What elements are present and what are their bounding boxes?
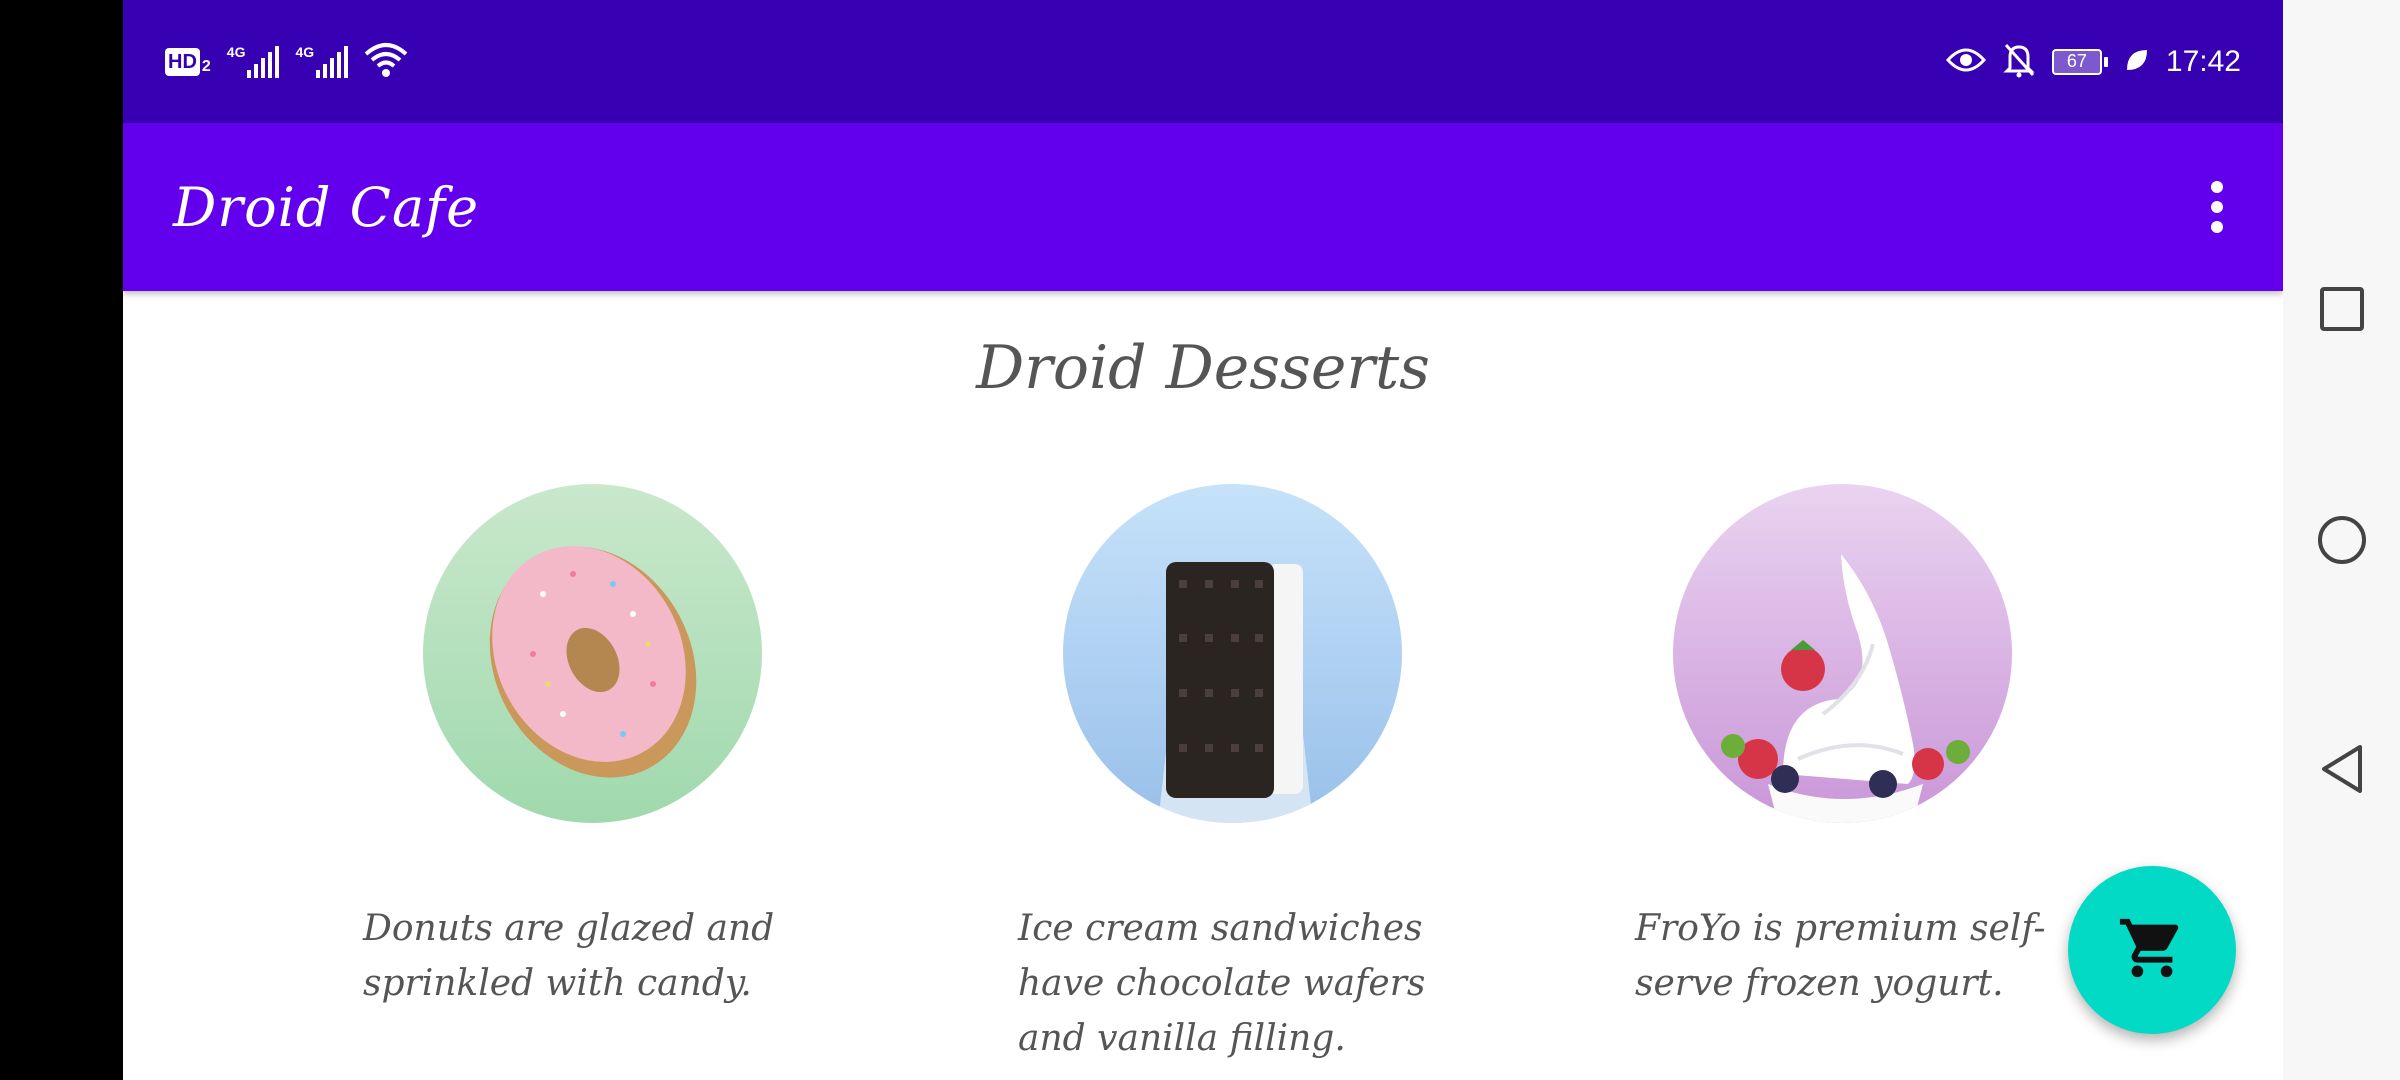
hd-voice-icon: HD 2 [165, 47, 211, 76]
hd-label: HD [165, 47, 200, 76]
network-type-1: 4G [226, 43, 246, 60]
app-title: Droid Cafe [173, 175, 480, 239]
hd-sub-label: 2 [201, 57, 211, 75]
froyo-description: FroYo is premium self-serve frozen yogur… [1635, 908, 2046, 1004]
donut-description: Donuts are glazed and sprinkled with can… [363, 908, 775, 1004]
ice-cream-sandwich-description: Ice cream sandwiches have chocolate wafe… [1018, 908, 1426, 1059]
triangle-back-icon[interactable] [2283, 710, 2400, 827]
bell-off-icon [2002, 42, 2036, 82]
shopping-cart-button[interactable] [2068, 866, 2236, 1034]
battery-icon: 67 [2051, 48, 2108, 75]
status-left: HD 2 4G 4G [165, 42, 408, 82]
main-content: Droid Desserts Donuts are glazed and spr… [123, 291, 2283, 1080]
more-vert-icon[interactable] [2187, 167, 2247, 247]
network-type-2: 4G [295, 43, 315, 60]
donut-image[interactable] [423, 484, 762, 823]
signal-1-icon: 4G [226, 43, 280, 78]
app-bar: Droid Cafe [123, 123, 2283, 291]
clock: 17:42 [2165, 44, 2241, 78]
eye-icon [1945, 46, 1986, 78]
navigation-bar [2283, 0, 2400, 1080]
froyo-image[interactable] [1673, 484, 2012, 823]
signal-2-icon: 4G [295, 43, 349, 78]
left-bezel [0, 0, 123, 1080]
status-right: 67 17:42 [1945, 42, 2241, 82]
app-screen: HD 2 4G 4G 67 17:42 Droid Cafe Droid Des… [123, 0, 2283, 1080]
wifi-icon [364, 42, 408, 82]
square-icon[interactable] [2283, 250, 2400, 367]
ice-cream-sandwich-image[interactable] [1063, 484, 1402, 823]
page-title: Droid Desserts [976, 333, 1430, 403]
status-bar: HD 2 4G 4G 67 17:42 [123, 0, 2283, 123]
circle-icon[interactable] [2283, 481, 2400, 598]
battery-level: 67 [2066, 51, 2087, 71]
leaf-icon [2124, 47, 2150, 77]
shopping-cart-icon [2117, 913, 2187, 987]
